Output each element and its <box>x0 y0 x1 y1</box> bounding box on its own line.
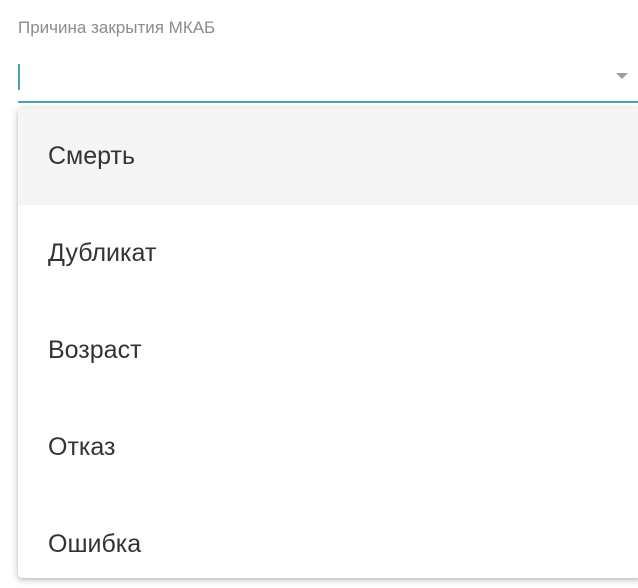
close-reason-field: Причина закрытия МКАБ <box>18 0 638 106</box>
option-label: Смерть <box>48 142 135 170</box>
dropdown-option-duplicate[interactable]: Дубликат <box>18 205 638 302</box>
field-label: Причина закрытия МКАБ <box>18 18 216 37</box>
close-reason-select[interactable] <box>18 55 638 103</box>
dropdown-menu: Смерть Дубликат Возраст Отказ Ошибка <box>18 108 638 578</box>
triangle-down-icon[interactable] <box>616 73 628 79</box>
option-label: Дубликат <box>48 239 157 267</box>
dropdown-option-age[interactable]: Возраст <box>18 302 638 399</box>
option-label: Отказ <box>48 433 116 461</box>
dropdown-option-error[interactable]: Ошибка <box>18 496 638 578</box>
option-label: Возраст <box>48 336 142 364</box>
dropdown-option-death[interactable]: Смерть <box>18 108 638 205</box>
dropdown-option-refusal[interactable]: Отказ <box>18 399 638 496</box>
option-label: Ошибка <box>48 530 142 558</box>
text-cursor <box>18 64 20 90</box>
